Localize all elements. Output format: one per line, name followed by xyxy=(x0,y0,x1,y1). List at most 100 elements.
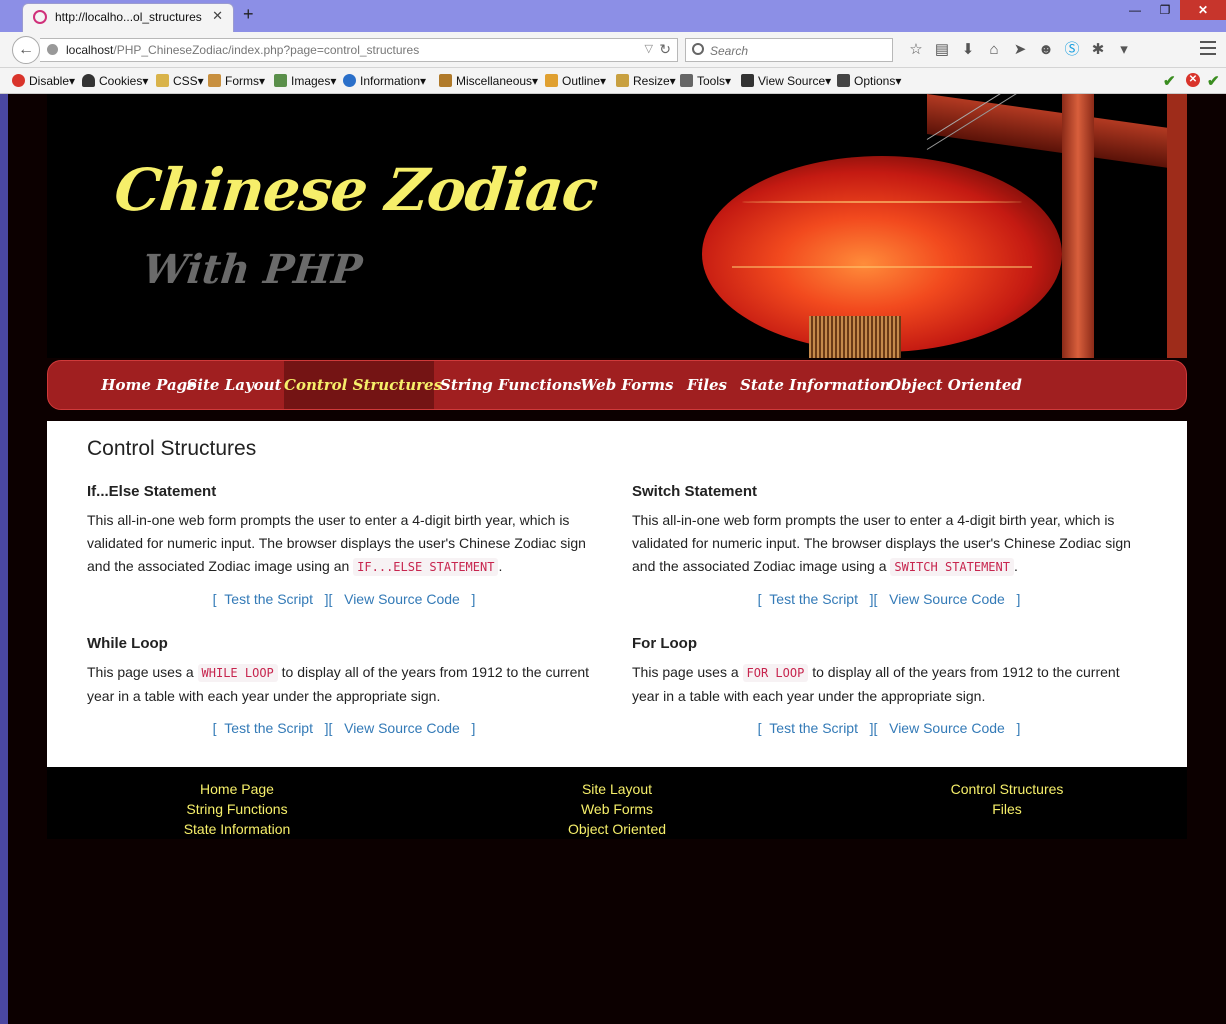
view-source-link[interactable]: View Source Code xyxy=(344,591,460,607)
devbar-tools[interactable]: Tools▾ xyxy=(680,74,731,88)
miscellaneous-icon xyxy=(439,74,452,87)
card-links: [ Test the Script ][ View Source Code ] xyxy=(757,591,1021,607)
validation-error-icon[interactable]: ✕ xyxy=(1186,73,1200,87)
url-text[interactable]: localhost/PHP_ChineseZodiac/index.php?pa… xyxy=(66,43,419,57)
validation-ok-icon[interactable]: ✔ xyxy=(1163,72,1176,90)
card-heading: While Loop xyxy=(87,635,168,652)
card-if-else: If...Else Statement This all-in-one web … xyxy=(87,483,601,607)
home-icon[interactable]: ⌂ xyxy=(982,40,1006,60)
web-developer-toolbar: Disable▾ Cookies▾ CSS▾ Forms▾ Images▾ In… xyxy=(0,68,1226,94)
footer-link-web-forms[interactable]: Web Forms xyxy=(427,799,807,819)
footer-link-state-information[interactable]: State Information xyxy=(47,819,427,839)
test-script-link[interactable]: Test the Script xyxy=(224,591,313,607)
view-source-link[interactable]: View Source Code xyxy=(889,720,1005,736)
nav-string-functions[interactable]: String Functions xyxy=(440,361,581,409)
footer-link-files[interactable]: Files xyxy=(817,799,1197,819)
view-source-link[interactable]: View Source Code xyxy=(344,720,460,736)
card-description: This all-in-one web form prompts the use… xyxy=(632,512,1131,576)
validation-ok-icon-2[interactable]: ✔ xyxy=(1207,72,1220,90)
test-script-link[interactable]: Test the Script xyxy=(769,720,858,736)
devbar-resize[interactable]: Resize▾ xyxy=(616,74,676,88)
resize-icon xyxy=(616,74,629,87)
header-banner: Chinese Zodiac With PHP xyxy=(47,94,1187,358)
footer-link-home-page[interactable]: Home Page xyxy=(47,779,427,799)
tools-icon xyxy=(680,74,693,87)
card-description: This page uses a FOR LOOP to display all… xyxy=(632,664,1120,704)
search-box[interactable] xyxy=(685,38,893,62)
devbar-forms[interactable]: Forms▾ xyxy=(208,74,265,88)
nav-control-structures[interactable]: Control Structures xyxy=(284,361,442,409)
url-dropdown-icon[interactable]: ▽ xyxy=(645,42,653,55)
window-controls: — ❐ ✕ xyxy=(1120,0,1226,20)
restore-icon[interactable]: ❐ xyxy=(1150,0,1180,20)
site-favicon-icon xyxy=(33,10,47,24)
back-arrow-icon[interactable]: ← xyxy=(12,36,40,64)
reload-icon[interactable]: ↻ xyxy=(659,41,671,58)
lantern-tassel-image xyxy=(809,316,901,358)
devbar-css[interactable]: CSS▾ xyxy=(156,74,204,88)
nav-object-oriented[interactable]: Object Oriented xyxy=(888,361,1022,409)
search-input[interactable] xyxy=(708,41,888,61)
devbar-options[interactable]: Options▾ xyxy=(837,74,901,88)
card-switch: Switch Statement This all-in-one web for… xyxy=(632,483,1146,607)
send-icon[interactable]: ➤ xyxy=(1008,40,1032,60)
devbar-disable[interactable]: Disable▾ xyxy=(12,74,75,88)
nav-web-forms[interactable]: Web Forms xyxy=(580,361,674,409)
code-keyword: IF...ELSE STATEMENT xyxy=(353,558,499,576)
dropdown-icon[interactable]: ▾ xyxy=(1112,40,1136,60)
view-source-link[interactable]: View Source Code xyxy=(889,591,1005,607)
skype-icon[interactable]: Ⓢ xyxy=(1060,40,1084,60)
card-description: This page uses a WHILE LOOP to display a… xyxy=(87,664,590,704)
cookies-icon xyxy=(82,74,95,87)
devbar-information[interactable]: Information▾ xyxy=(343,74,426,88)
download-icon[interactable]: ⬇ xyxy=(956,40,980,60)
card-while-loop: While Loop This page uses a WHILE LOOP t… xyxy=(87,635,601,736)
card-for-loop: For Loop This page uses a FOR LOOP to di… xyxy=(632,635,1146,736)
card-description: This all-in-one web form prompts the use… xyxy=(87,512,586,576)
reading-list-icon[interactable]: ▤ xyxy=(930,40,954,60)
banner-pole-graphic-2 xyxy=(1167,94,1187,358)
test-script-link[interactable]: Test the Script xyxy=(769,591,858,607)
footer-link-control-structures[interactable]: Control Structures xyxy=(817,779,1197,799)
globe-icon xyxy=(47,44,58,55)
browser-tab[interactable]: http://localho...ol_structures ✕ xyxy=(22,3,234,32)
devbar-miscellaneous[interactable]: Miscellaneous▾ xyxy=(439,74,538,88)
footer-column-2: Site Layout Web Forms Object Oriented xyxy=(427,779,807,839)
devbar-view-source[interactable]: View Source▾ xyxy=(741,74,831,88)
footer-link-string-functions[interactable]: String Functions xyxy=(47,799,427,819)
card-links: [ Test the Script ][ View Source Code ] xyxy=(757,720,1021,736)
banner-pole-graphic xyxy=(1062,94,1094,358)
site-subtitle: With PHP xyxy=(140,246,365,293)
new-tab-icon[interactable]: + xyxy=(243,4,254,25)
devbar-cookies[interactable]: Cookies▾ xyxy=(82,74,148,88)
tab-title: http://localho...ol_structures xyxy=(55,10,202,24)
bookmark-star-icon[interactable]: ☆ xyxy=(904,40,928,60)
footer-link-object-oriented[interactable]: Object Oriented xyxy=(427,819,807,839)
nav-state-information[interactable]: State Information xyxy=(740,361,891,409)
bug-icon[interactable]: ✱ xyxy=(1086,40,1110,60)
nav-site-layout[interactable]: Site Layout xyxy=(184,361,284,409)
url-bar[interactable]: localhost/PHP_ChineseZodiac/index.php?pa… xyxy=(40,38,678,62)
browser-titlebar: http://localho...ol_structures ✕ + — ❐ ✕ xyxy=(0,0,1226,32)
window-close-icon[interactable]: ✕ xyxy=(1180,0,1226,20)
test-script-link[interactable]: Test the Script xyxy=(224,720,313,736)
hamburger-menu-icon[interactable] xyxy=(1200,41,1216,59)
window-edge xyxy=(0,94,8,1024)
tab-close-icon[interactable]: ✕ xyxy=(212,8,223,24)
card-heading: For Loop xyxy=(632,635,697,652)
images-icon xyxy=(274,74,287,87)
devbar-images[interactable]: Images▾ xyxy=(274,74,336,88)
banner-roof-graphic xyxy=(927,94,1187,171)
nav-files[interactable]: Files xyxy=(682,361,732,409)
site-title: Chinese Zodiac xyxy=(111,156,601,224)
forms-icon xyxy=(208,74,221,87)
footer-column-3: Control Structures Files xyxy=(817,779,1197,819)
footer-link-site-layout[interactable]: Site Layout xyxy=(427,779,807,799)
outline-icon xyxy=(545,74,558,87)
card-heading: Switch Statement xyxy=(632,483,758,500)
chat-icon[interactable]: ☻ xyxy=(1034,40,1058,60)
devbar-outline[interactable]: Outline▾ xyxy=(545,74,606,88)
footer: Home Page String Functions State Informa… xyxy=(47,767,1187,839)
minimize-icon[interactable]: — xyxy=(1120,0,1150,20)
code-keyword: FOR LOOP xyxy=(742,664,809,682)
